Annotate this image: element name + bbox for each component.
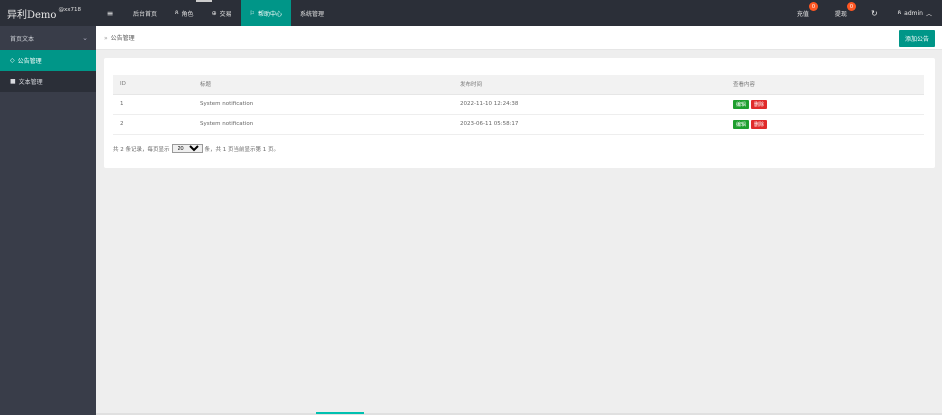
withdraw-label: 提现	[834, 10, 847, 18]
recharge-label: 充值	[796, 10, 809, 18]
pager-suffix: 条，共 1 页当前显示第 1 页。	[204, 146, 280, 153]
sidebar: 异利Demo @xx718 首页文本 ⌄ ◇ 公告管理 ■ 文本管理	[0, 0, 96, 415]
column-header-id: ID	[113, 75, 193, 95]
nav-label: 后台首页	[133, 10, 158, 18]
recharge-link[interactable]: 充值 0	[787, 0, 819, 26]
cell-time: 2022-11-10 12:24:38	[453, 94, 726, 115]
announcement-table: ID 标题 发布时间 查看内容 1 System notification 20…	[113, 75, 924, 135]
cell-id: 1	[113, 94, 193, 115]
breadcrumb-current: » 公告管理	[104, 33, 135, 42]
top-header: ≡ 后台首页 ጸ 角色 ⊕ 交易 ⚐ 帮助中心 系统管理 充值 0 提现 0 ↻…	[96, 0, 942, 26]
column-header-time: 发布时间	[453, 75, 726, 95]
cell-id: 2	[113, 114, 193, 135]
table-header-row: ID 标题 发布时间 查看内容	[113, 75, 924, 95]
withdraw-link[interactable]: 提现 0	[825, 0, 857, 26]
nav-label: 交易	[219, 10, 232, 18]
nav-dashboard[interactable]: 后台首页	[124, 0, 166, 26]
logo-text: 异利Demo	[7, 9, 57, 21]
table-row: 1 System notification 2022-11-10 12:24:3…	[113, 94, 924, 115]
pager-prefix: 共 2 条记录，每页显示	[113, 146, 170, 153]
cell-actions: 编辑 删除	[726, 94, 924, 115]
chevron-down-icon: ⌄	[82, 34, 88, 42]
logo-sup: @xx718	[58, 7, 81, 13]
header-right: 充值 0 提现 0 ↻ ጸ admin ︿	[787, 0, 942, 26]
nav-trade[interactable]: ⊕ 交易	[203, 0, 241, 26]
cell-title: System notification	[193, 114, 453, 135]
breadcrumb-label: 公告管理	[110, 35, 135, 42]
delete-button[interactable]: 删除	[751, 119, 768, 129]
diamond-icon: ◇	[10, 57, 15, 64]
nav-help-center[interactable]: ⚐ 帮助中心	[240, 0, 292, 26]
recharge-badge: 0	[808, 2, 818, 11]
sidebar-item-label: 文本管理	[18, 79, 43, 86]
double-chevron-right-icon: »	[104, 35, 108, 42]
user-icon: ጸ	[897, 9, 902, 16]
withdraw-badge: 0	[846, 2, 856, 11]
cell-time: 2023-06-11 05:58:17	[453, 114, 726, 135]
sidebar-item-label: 公告管理	[17, 58, 42, 65]
flag-icon: ⚐	[249, 9, 255, 17]
announcement-panel: ID 标题 发布时间 查看内容 1 System notification 20…	[104, 58, 935, 168]
chevron-up-icon: ︿	[925, 10, 932, 18]
pagination-info: 共 2 条记录，每页显示 20 条，共 1 页当前显示第 1 页。	[113, 144, 279, 153]
breadcrumb: » 公告管理 添加公告	[96, 26, 942, 50]
book-icon: ■	[10, 78, 16, 85]
menu-toggle-icon[interactable]: ≡	[96, 9, 124, 18]
add-announcement-button[interactable]: 添加公告	[898, 30, 935, 47]
edit-button[interactable]: 编辑	[733, 119, 750, 129]
nav-roles[interactable]: ጸ 角色	[166, 0, 203, 26]
sidebar-group-label: 首页文本	[10, 35, 35, 43]
cell-title: System notification	[193, 94, 453, 115]
nav-label: 角色	[181, 10, 194, 18]
nav-system-management[interactable]: 系统管理	[291, 0, 333, 26]
user-icon: ጸ	[175, 9, 179, 16]
table-row: 2 System notification 2023-06-11 05:58:1…	[113, 114, 924, 135]
user-menu[interactable]: ጸ admin ︿	[888, 0, 942, 26]
user-name: admin	[904, 9, 923, 17]
nav-label: 系统管理	[300, 10, 325, 18]
page-size-select[interactable]: 20	[171, 144, 203, 153]
sidebar-item-announcements[interactable]: ◇ 公告管理	[0, 50, 96, 71]
sidebar-item-text-management[interactable]: ■ 文本管理	[0, 71, 96, 92]
nav-label: 帮助中心	[258, 10, 283, 18]
cell-actions: 编辑 删除	[726, 114, 924, 135]
bottom-accent-mark	[316, 412, 364, 414]
logo[interactable]: 异利Demo @xx718	[0, 0, 96, 26]
refresh-button[interactable]: ↻	[861, 0, 888, 26]
column-header-actions: 查看内容	[726, 75, 924, 95]
refresh-icon: ↻	[870, 8, 878, 18]
delete-button[interactable]: 删除	[751, 99, 768, 109]
globe-icon: ⊕	[211, 9, 217, 17]
sidebar-group-home-text[interactable]: 首页文本 ⌄	[0, 26, 96, 50]
edit-button[interactable]: 编辑	[733, 99, 750, 109]
nav-hover-indicator	[196, 0, 212, 2]
column-header-title: 标题	[193, 75, 453, 95]
